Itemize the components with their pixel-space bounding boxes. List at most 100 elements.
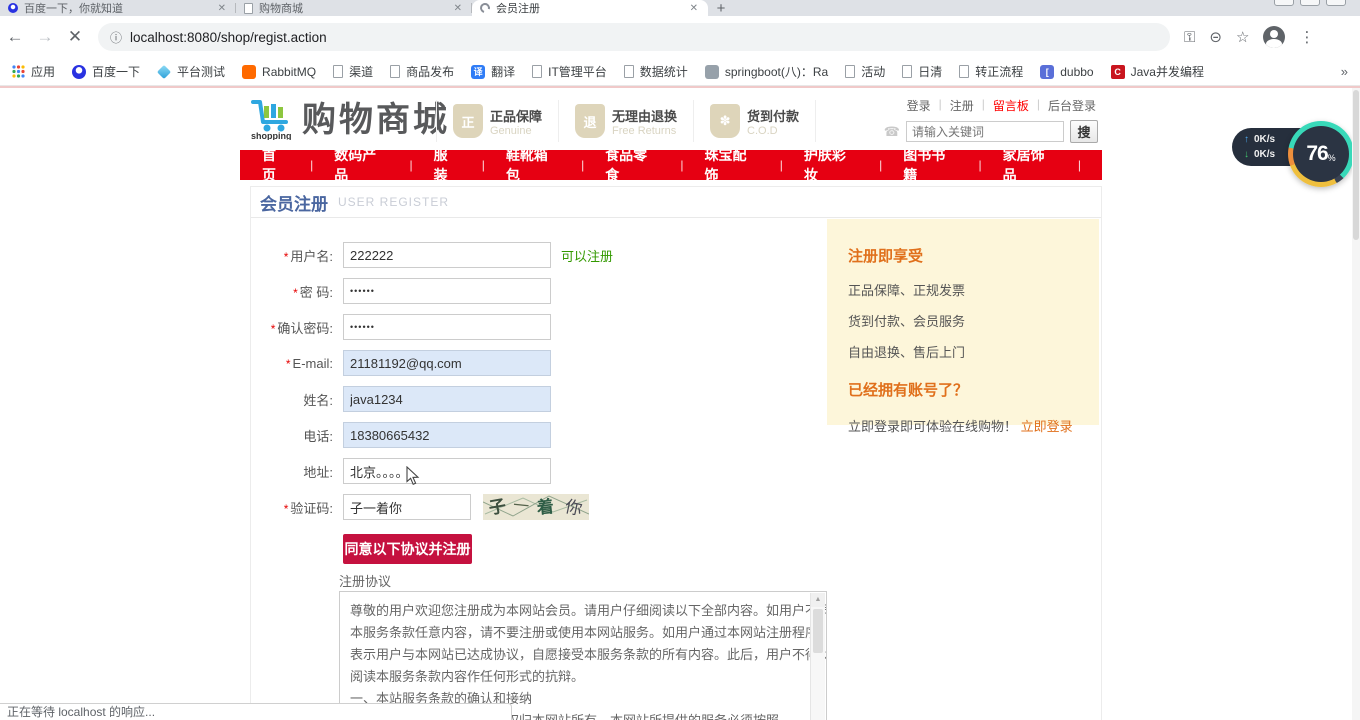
- site-info-icon[interactable]: ⓘ: [110, 29, 122, 46]
- shield-icon: 正: [453, 104, 483, 138]
- captcha-image[interactable]: 子 一 着 你: [483, 494, 589, 520]
- bookmark-baidu[interactable]: 百度一下: [72, 63, 140, 80]
- confirm-password-input[interactable]: [343, 314, 551, 340]
- scrollbar-thumb[interactable]: [813, 609, 823, 653]
- textarea-scrollbar[interactable]: ▲: [810, 593, 825, 720]
- shield-icon: 退: [575, 104, 605, 138]
- tab-close-icon[interactable]: ✕: [688, 3, 700, 14]
- profile-avatar[interactable]: [1263, 26, 1285, 48]
- tab-strip: 百度一下，你就知道 ✕ 购物商城 ✕ 会员注册 ✕ +: [0, 0, 1360, 16]
- doc-icon: [845, 65, 855, 78]
- address-input[interactable]: [343, 458, 551, 484]
- loading-spinner-icon: [478, 1, 492, 15]
- register-panel: 会员注册 USER REGISTER *用户名: 可以注册 *密 码: *确认密…: [250, 186, 1102, 720]
- tab-register-active[interactable]: 会员注册 ✕: [472, 0, 708, 16]
- main-nav: 首页| 数码产品| 服装| 鞋靴箱包| 食品零食| 珠宝配饰| 护肤彩妆| 图书…: [240, 150, 1102, 180]
- scroll-up-icon[interactable]: ▲: [811, 593, 825, 607]
- login-now-link[interactable]: 立即登录: [1021, 419, 1073, 434]
- nav-digital[interactable]: 数码产品: [334, 145, 409, 185]
- phone-input[interactable]: [343, 422, 551, 448]
- bookmark-platform-test[interactable]: 平台测试: [157, 63, 225, 80]
- agreement-line: 尊敬的用户欢迎您注册成为本网站会员。请用户仔细阅读以下全部内容。如用户不同意: [350, 600, 802, 622]
- apps-label: 应用: [31, 63, 55, 80]
- memory-ring-widget[interactable]: 76 %: [1288, 121, 1354, 187]
- status-bubble: 正在等待 localhost 的响应...: [0, 703, 512, 720]
- cart-logo-icon: shopping: [250, 98, 294, 140]
- nav-books[interactable]: 图书书籍: [903, 145, 978, 185]
- bookmark-rabbitmq[interactable]: RabbitMQ: [242, 65, 316, 79]
- bookmark-process[interactable]: 转正流程: [959, 63, 1023, 80]
- password-key-icon[interactable]: ⚿: [1184, 29, 1195, 46]
- search-input[interactable]: [906, 121, 1064, 142]
- nav-food[interactable]: 食品零食: [605, 145, 680, 185]
- stop-button[interactable]: ✕: [60, 27, 90, 47]
- nav-clothing[interactable]: 服装: [434, 145, 482, 185]
- web-page: shopping 购物商城 正 正品保障Genuine 退 无理由退换Free …: [0, 88, 1360, 720]
- agreement-textarea[interactable]: 尊敬的用户欢迎您注册成为本网站会员。请用户仔细阅读以下全部内容。如用户不同意 本…: [339, 591, 827, 720]
- svg-text:子: 子: [487, 496, 507, 519]
- form-row-email: *E-mail:: [251, 345, 829, 381]
- page-scrollbar[interactable]: [1352, 88, 1360, 720]
- site-logo[interactable]: shopping 购物商城: [250, 98, 450, 140]
- apps-button[interactable]: 应用: [12, 63, 55, 80]
- search-button[interactable]: 搜: [1070, 120, 1098, 143]
- have-account-heading: 已经拥有账号了？: [848, 379, 1099, 400]
- back-button[interactable]: ←: [0, 27, 30, 47]
- search-box: ☎ 搜: [884, 120, 1098, 143]
- url-text[interactable]: localhost:8080/shop/regist.action: [130, 30, 327, 45]
- login-link[interactable]: 登录: [907, 97, 931, 114]
- captcha-input[interactable]: [343, 494, 471, 520]
- benefits-heading: 注册即享受: [848, 245, 1099, 266]
- gift-icon: ✽: [710, 104, 740, 138]
- bookmark-channel[interactable]: 渠道: [333, 63, 373, 80]
- new-tab-button[interactable]: +: [708, 0, 734, 16]
- tab-title: 会员注册: [496, 0, 682, 16]
- register-submit-button[interactable]: 同意以下协议并注册: [343, 534, 472, 564]
- admin-login-link[interactable]: 后台登录: [1048, 97, 1096, 114]
- badge-genuine: 正 正品保障Genuine: [436, 100, 558, 142]
- name-input[interactable]: [343, 386, 551, 412]
- percent-unit: %: [1328, 153, 1336, 163]
- bookmark-data-stats[interactable]: 数据统计: [624, 63, 688, 80]
- bookmark-activity[interactable]: 活动: [845, 63, 885, 80]
- tab-close-icon[interactable]: ✕: [452, 3, 464, 14]
- doc-icon: [959, 65, 969, 78]
- tab-close-icon[interactable]: ✕: [216, 3, 228, 14]
- bookmarks-overflow-icon[interactable]: »: [1341, 64, 1348, 79]
- nav-jewelry[interactable]: 珠宝配饰: [705, 145, 780, 185]
- username-input[interactable]: [343, 242, 551, 268]
- browser-menu-icon[interactable]: ⋮: [1299, 28, 1314, 46]
- nav-cosmetics[interactable]: 护肤彩妆: [804, 145, 879, 185]
- form-row-address: 地址:: [251, 453, 829, 489]
- bookmark-daily[interactable]: 日清: [902, 63, 942, 80]
- memory-percent: 76: [1306, 142, 1327, 166]
- zoom-out-icon[interactable]: ⊝: [1209, 28, 1222, 46]
- forward-button[interactable]: →: [30, 27, 60, 47]
- page-scrollbar-thumb[interactable]: [1353, 90, 1359, 240]
- register-link[interactable]: 注册: [950, 97, 974, 114]
- login-now-text: 立即登录即可体验在线购物！: [848, 419, 1017, 434]
- doc-icon: [333, 65, 343, 78]
- bookmark-springboot[interactable]: springboot(八)：Ra: [705, 63, 828, 80]
- bookmark-dubbo[interactable]: [dubbo: [1040, 65, 1093, 79]
- nav-shoes-bags[interactable]: 鞋靴箱包: [506, 145, 581, 185]
- mouse-cursor: [406, 466, 420, 486]
- bookmark-java-concurrency[interactable]: CJava并发编程: [1111, 63, 1204, 80]
- tab-shop[interactable]: 购物商城 ✕: [236, 0, 472, 16]
- download-arrow-icon: ↓: [1244, 149, 1249, 160]
- password-input[interactable]: [343, 278, 551, 304]
- message-board-link[interactable]: 留言板: [993, 97, 1029, 114]
- bookmark-it-platform[interactable]: IT管理平台: [532, 63, 607, 80]
- bookmark-star-icon[interactable]: ☆: [1236, 28, 1249, 46]
- bookmark-translate[interactable]: 译翻译: [471, 63, 515, 80]
- top-links: 登录 | 注册 | 留言板 | 后台登录: [907, 97, 1096, 114]
- nav-home[interactable]: 首页: [262, 145, 310, 185]
- address-bar[interactable]: ⓘ localhost:8080/shop/regist.action: [98, 23, 1170, 51]
- email-input[interactable]: [343, 350, 551, 376]
- nav-home-decor[interactable]: 家居饰品: [1003, 145, 1078, 185]
- bookmark-product-publish[interactable]: 商品发布: [390, 63, 454, 80]
- benefit-item: 货到付款、会员服务: [848, 311, 1099, 330]
- tab-baidu[interactable]: 百度一下，你就知道 ✕: [0, 0, 236, 16]
- download-speed: 0K/s: [1254, 149, 1275, 160]
- window-controls-fragment: [1274, 0, 1346, 6]
